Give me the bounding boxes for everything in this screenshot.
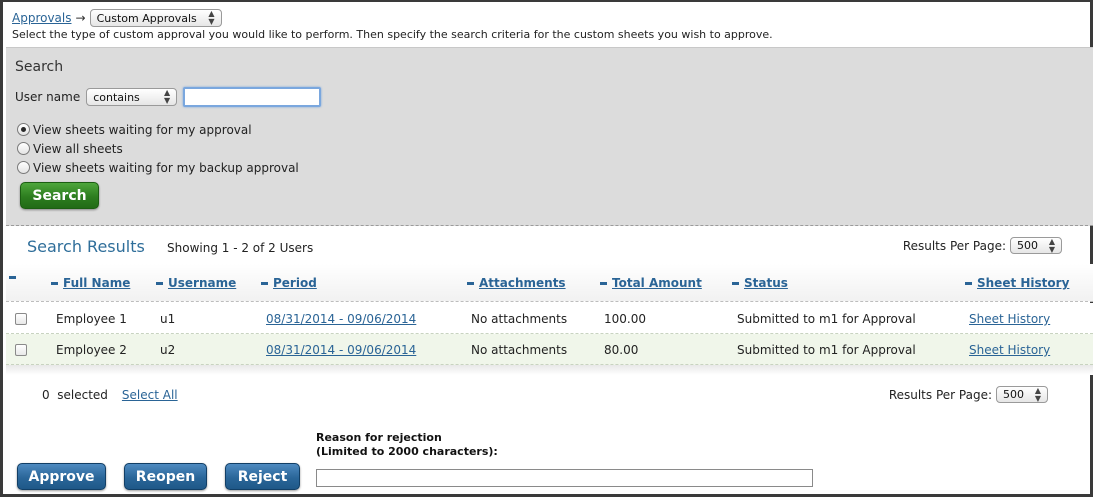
approvals-link[interactable]: Approvals bbox=[12, 11, 72, 25]
sheet-filter-radio-group: View sheets waiting for my approval View… bbox=[17, 120, 299, 177]
username-label: User name bbox=[15, 90, 81, 104]
search-panel: Search User name contains ▲ ▼ View sheets… bbox=[6, 47, 1093, 226]
col-label[interactable]: Total Amount bbox=[612, 276, 702, 290]
collapse-icon bbox=[9, 276, 16, 279]
select-arrows-icon: ▲ ▼ bbox=[164, 88, 171, 105]
selected-count: 0 selected bbox=[42, 388, 108, 402]
radio-label: View all sheets bbox=[33, 141, 123, 156]
cell-status: Submitted to m1 for Approval bbox=[737, 343, 916, 357]
select-arrows-icon: ▲ ▼ bbox=[1048, 236, 1055, 254]
reopen-button[interactable]: Reopen bbox=[124, 463, 207, 490]
cell-total: 100.00 bbox=[604, 312, 646, 326]
reason-label-line1: Reason for rejection bbox=[316, 431, 442, 444]
collapse-icon bbox=[156, 281, 163, 285]
cell-sheet-history-link[interactable]: Sheet History bbox=[969, 343, 1050, 357]
col-label[interactable]: Full Name bbox=[63, 276, 130, 290]
rpp-select-top[interactable]: 500 ▲ ▼ bbox=[1010, 237, 1062, 254]
col-username[interactable]: Username bbox=[156, 276, 236, 290]
cell-period-link[interactable]: 08/31/2014 - 09/06/2014 bbox=[266, 312, 416, 326]
col-attachments[interactable]: Attachments bbox=[467, 276, 566, 290]
rpp-label: Results Per Page: bbox=[888, 387, 992, 402]
radio-button-checked[interactable] bbox=[17, 123, 30, 136]
row-checkbox[interactable] bbox=[15, 313, 27, 325]
intro-text: Select the type of custom approval you w… bbox=[12, 28, 773, 41]
approval-type-value: Custom Approvals bbox=[96, 11, 197, 25]
cell-full-name: Employee 1 bbox=[56, 312, 127, 326]
username-operator-value: contains bbox=[93, 90, 140, 104]
breadcrumb: Approvals → Custom Approvals ▲ ▼ bbox=[12, 7, 222, 29]
table-row: Employee 1 u1 08/31/2014 - 09/06/2014 No… bbox=[6, 303, 1093, 334]
table-row: Employee 2 u2 08/31/2014 - 09/06/2014 No… bbox=[6, 334, 1093, 365]
radio-button[interactable] bbox=[17, 142, 30, 155]
collapse-icon bbox=[732, 281, 739, 285]
col-total-amount[interactable]: Total Amount bbox=[600, 276, 702, 290]
table-bottom-shadow bbox=[6, 365, 1093, 375]
username-operator-select[interactable]: contains ▲ ▼ bbox=[86, 88, 178, 106]
rpp-select-bottom[interactable]: 500 ▲ ▼ bbox=[996, 386, 1048, 403]
cell-attachments: No attachments bbox=[471, 343, 568, 357]
results-header: Search Results Showing 1 - 2 of 2 Users … bbox=[6, 228, 1093, 263]
select-column-toggle[interactable] bbox=[9, 276, 16, 279]
cell-total: 80.00 bbox=[604, 343, 639, 357]
results-title: Search Results bbox=[27, 237, 145, 256]
collapse-icon bbox=[965, 281, 972, 285]
search-button[interactable]: Search bbox=[20, 182, 99, 209]
select-arrows-icon: ▲ ▼ bbox=[208, 9, 215, 26]
select-arrows-icon: ▲ ▼ bbox=[1034, 385, 1041, 403]
results-per-page-bottom: Results Per Page: 500 ▲ ▼ bbox=[889, 386, 1048, 403]
row-checkbox[interactable] bbox=[15, 344, 27, 356]
rpp-label: Results Per Page: bbox=[902, 238, 1006, 253]
reason-input[interactable] bbox=[316, 469, 813, 487]
radio-all-sheets[interactable]: View all sheets bbox=[17, 139, 299, 158]
reason-label: Reason for rejection (Limited to 2000 ch… bbox=[316, 431, 498, 459]
collapse-icon bbox=[467, 281, 474, 285]
collapse-icon bbox=[51, 281, 58, 285]
breadcrumb-arrow-icon: → bbox=[75, 11, 86, 25]
approve-button[interactable]: Approve bbox=[17, 463, 106, 490]
reject-button[interactable]: Reject bbox=[225, 463, 300, 490]
reason-label-line2: (Limited to 2000 characters): bbox=[316, 445, 498, 458]
selection-bar: 0 selected Select All bbox=[42, 388, 178, 402]
col-period[interactable]: Period bbox=[261, 276, 317, 290]
col-sheet-history[interactable]: Sheet History bbox=[965, 276, 1069, 290]
cell-full-name: Employee 2 bbox=[56, 343, 127, 357]
cell-period-link[interactable]: 08/31/2014 - 09/06/2014 bbox=[266, 343, 416, 357]
username-input[interactable] bbox=[183, 87, 322, 107]
radio-label: View sheets waiting for my backup approv… bbox=[33, 160, 299, 175]
col-label[interactable]: Username bbox=[168, 276, 236, 290]
cell-sheet-history-link[interactable]: Sheet History bbox=[969, 312, 1050, 326]
radio-backup-approval[interactable]: View sheets waiting for my backup approv… bbox=[17, 158, 299, 177]
username-row: User name contains ▲ ▼ bbox=[15, 87, 322, 107]
select-all-link[interactable]: Select All bbox=[122, 388, 178, 402]
cell-status: Submitted to m1 for Approval bbox=[737, 312, 916, 326]
results-table-header: Full Name Username Period Attachments To… bbox=[6, 264, 1093, 302]
collapse-icon bbox=[261, 281, 268, 285]
radio-waiting-my-approval[interactable]: View sheets waiting for my approval bbox=[17, 120, 299, 139]
col-label[interactable]: Sheet History bbox=[977, 276, 1069, 290]
cell-username: u2 bbox=[160, 343, 176, 357]
results-per-page-top: Results Per Page: 500 ▲ ▼ bbox=[903, 237, 1062, 254]
col-status[interactable]: Status bbox=[732, 276, 788, 290]
search-title: Search bbox=[15, 59, 64, 75]
cell-attachments: No attachments bbox=[471, 312, 568, 326]
cell-username: u1 bbox=[160, 312, 176, 326]
results-count: Showing 1 - 2 of 2 Users bbox=[167, 241, 314, 255]
radio-button[interactable] bbox=[17, 161, 30, 174]
col-full-name[interactable]: Full Name bbox=[51, 276, 130, 290]
col-label[interactable]: Period bbox=[273, 276, 317, 290]
rpp-value: 500 bbox=[1003, 388, 1024, 401]
approval-type-select[interactable]: Custom Approvals ▲ ▼ bbox=[89, 9, 222, 27]
col-label[interactable]: Status bbox=[744, 276, 788, 290]
rpp-value: 500 bbox=[1017, 239, 1038, 252]
radio-label: View sheets waiting for my approval bbox=[33, 122, 252, 137]
col-label[interactable]: Attachments bbox=[479, 276, 566, 290]
app-frame: Approvals → Custom Approvals ▲ ▼ Select t… bbox=[0, 0, 1093, 497]
collapse-icon bbox=[600, 281, 607, 285]
